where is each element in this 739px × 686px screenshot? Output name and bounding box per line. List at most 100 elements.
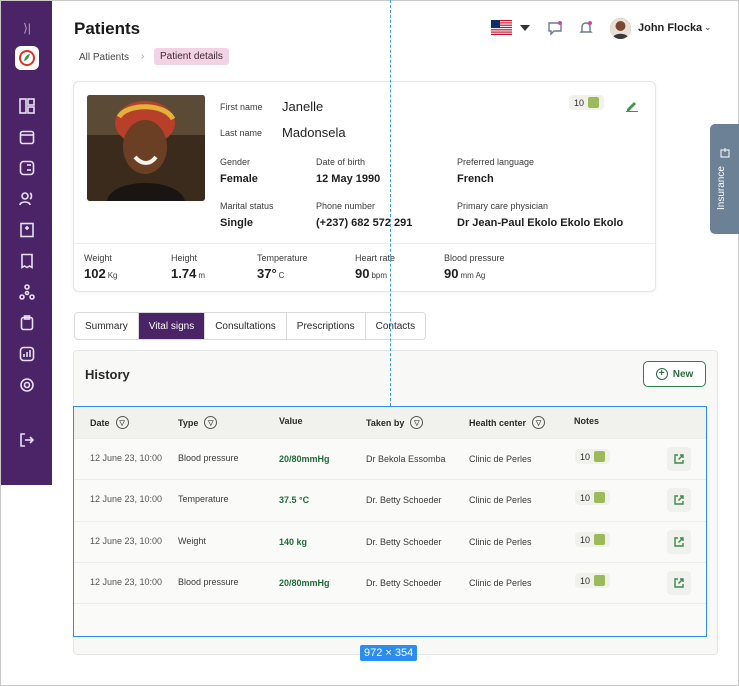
dashboard-icon[interactable] <box>18 97 36 115</box>
vital-blood-pressure-value: 90 mm Ag <box>444 266 486 281</box>
row-type: Weight <box>178 536 206 546</box>
measurement-guide-line <box>390 0 391 406</box>
plus-icon: + <box>655 368 668 380</box>
open-record-icon[interactable] <box>667 571 691 595</box>
logout-icon[interactable] <box>18 431 36 449</box>
history-title: History <box>85 367 130 382</box>
col-notes-header: Notes <box>574 416 600 426</box>
hospital-icon[interactable] <box>18 221 36 239</box>
filter-date-icon[interactable]: ▽ <box>115 416 129 429</box>
page-title: Patients <box>74 19 141 38</box>
gender-value: Female <box>220 173 258 185</box>
row-notes-badge[interactable]: 10 <box>575 490 611 505</box>
user-menu-chevron-icon[interactable]: ⌄ <box>704 22 712 33</box>
dob-label: Date of birth <box>316 157 366 167</box>
phone-value: (+237) 682 572 291 <box>316 217 413 229</box>
tab-consultations[interactable]: Consultations <box>205 313 287 339</box>
vital-weight-label: Weight <box>84 253 112 263</box>
row-date: 12 June 23, 10:00 <box>90 577 163 587</box>
col-value-header: Value <box>279 416 303 426</box>
breadcrumb-all-patients[interactable]: All Patients <box>79 52 129 63</box>
last-name-label: Last name <box>220 128 263 138</box>
clipboard-icon[interactable] <box>18 314 36 332</box>
checklist-icon[interactable] <box>18 159 36 177</box>
vital-heart-rate-value: 90 bpm <box>355 266 388 281</box>
dimension-badge: 972 × 354 <box>360 645 418 661</box>
row-type: Blood pressure <box>178 453 239 463</box>
row-notes-badge[interactable]: 10 <box>575 532 611 547</box>
vital-height-value: 1.74 m <box>171 266 205 281</box>
insurance-tab-label[interactable]: Insurance <box>716 166 727 210</box>
patient-notes-count: 10 <box>574 97 585 108</box>
col-taken-by-header: Taken by ▽ <box>366 416 424 429</box>
row-health-center: Clinic de Perles <box>469 454 532 464</box>
patient-tabs: Summary Vital signs Consultations Prescr… <box>74 312 427 340</box>
settings-icon[interactable] <box>18 376 36 394</box>
row-taken-by: Dr. Betty Schoeder <box>366 495 442 505</box>
row-notes-badge[interactable]: 10 <box>575 449 611 464</box>
tab-summary[interactable]: Summary <box>75 313 139 339</box>
gender-label: Gender <box>220 157 251 167</box>
row-value: 37.5 °C <box>279 495 310 505</box>
patient-photo <box>87 95 205 201</box>
last-name-value: Madonsela <box>282 125 346 140</box>
us-flag-icon[interactable] <box>491 20 512 35</box>
empty-table-space <box>74 603 706 636</box>
marital-status-label: Marital status <box>220 201 274 211</box>
edit-pencil-icon[interactable] <box>625 98 639 112</box>
open-record-icon[interactable] <box>667 488 691 512</box>
app-logo <box>15 46 39 70</box>
vital-blood-pressure-label: Blood pressure <box>444 253 505 263</box>
messages-icon[interactable] <box>547 20 563 36</box>
language-dropdown-caret-icon[interactable] <box>520 25 530 31</box>
filter-health-center-icon[interactable]: ▽ <box>532 416 546 429</box>
row-taken-by: Dr Bekola Essomba <box>366 454 446 464</box>
row-date: 12 June 23, 10:00 <box>90 536 163 546</box>
row-date: 12 June 23, 10:00 <box>90 494 163 504</box>
marital-status-value: Single <box>220 217 254 229</box>
row-health-center: Clinic de Perles <box>469 578 532 588</box>
sidebar: ⟩| <box>1 1 52 485</box>
tab-vital-signs[interactable]: Vital signs <box>138 313 206 339</box>
col-date-header: Date ▽ <box>90 416 129 429</box>
user-avatar[interactable] <box>610 18 631 39</box>
row-health-center: Clinic de Perles <box>469 537 532 547</box>
patient-notes-badge[interactable]: 10 <box>569 95 605 110</box>
vital-height-label: Height <box>171 253 198 263</box>
calendar-icon[interactable] <box>18 128 36 146</box>
col-type-header: Type ▽ <box>178 416 218 429</box>
notes-icon <box>588 97 600 108</box>
row-value: 20/80mmHg <box>279 578 330 588</box>
row-value: 140 kg <box>279 537 308 547</box>
patients-icon[interactable] <box>18 190 36 208</box>
language-label: Preferred language <box>457 157 535 167</box>
breadcrumb-current: Patient details <box>154 48 229 65</box>
new-record-button[interactable]: + New <box>643 361 706 387</box>
reports-icon[interactable] <box>18 345 36 363</box>
vital-temperature-value: 37° C <box>257 266 285 281</box>
col-health-center-header: Health center ▽ <box>469 416 546 429</box>
open-record-icon[interactable] <box>667 447 691 471</box>
new-record-label: New <box>672 368 694 380</box>
language-value: French <box>457 173 494 185</box>
receipt-icon[interactable] <box>18 252 36 270</box>
filter-taken-by-icon[interactable]: ▽ <box>410 416 424 429</box>
vital-weight-value: 102 Kg <box>84 266 118 281</box>
physician-label: Primary care physician <box>457 201 549 211</box>
row-health-center: Clinic de Perles <box>469 495 532 505</box>
tab-prescriptions[interactable]: Prescriptions <box>286 313 366 339</box>
network-icon[interactable] <box>18 283 36 301</box>
phone-label: Phone number <box>316 201 376 211</box>
dob-value: 12 May 1990 <box>316 173 381 185</box>
breadcrumb-separator-icon: › <box>141 51 145 62</box>
user-name[interactable]: John Flocka <box>638 22 702 34</box>
row-type: Temperature <box>178 494 229 504</box>
tab-contacts[interactable]: Contacts <box>365 313 426 339</box>
filter-type-icon[interactable]: ▽ <box>204 416 218 429</box>
notifications-bell-icon[interactable] <box>578 20 594 36</box>
first-name-value: Janelle <box>282 99 324 114</box>
row-notes-badge[interactable]: 10 <box>575 573 611 588</box>
open-record-icon[interactable] <box>667 530 691 554</box>
collapse-sidebar-icon[interactable]: ⟩| <box>19 21 35 35</box>
notes-icon <box>594 575 606 586</box>
